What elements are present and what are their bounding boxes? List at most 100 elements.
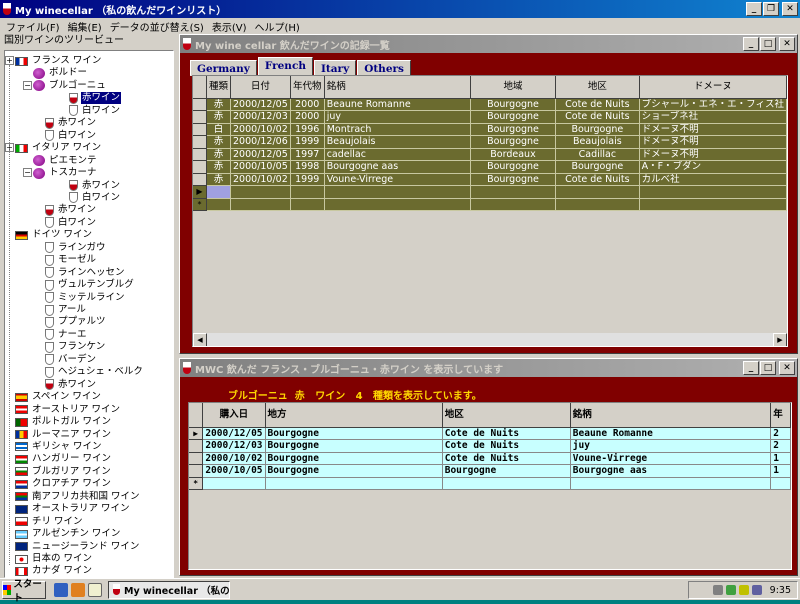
current-row-arrow-icon[interactable]: ▶ <box>189 427 204 440</box>
expand-toggle-icon[interactable]: − <box>23 80 32 90</box>
row-selector[interactable] <box>193 160 207 174</box>
table-cell[interactable] <box>470 198 557 211</box>
ime-icon[interactable] <box>712 585 723 595</box>
table-cell[interactable] <box>230 185 291 199</box>
start-button[interactable]: スタート <box>2 579 46 604</box>
tree-node[interactable]: アルゼンチン ワイン <box>15 528 121 540</box>
table-cell[interactable]: Cote de Nuits <box>442 452 571 465</box>
tree-node[interactable]: 白ワイン <box>69 105 121 117</box>
tree-node[interactable]: 白ワイン <box>45 130 97 142</box>
minimize-button[interactable]: _ <box>746 2 762 16</box>
row-selector[interactable] <box>193 135 207 149</box>
table-cell[interactable]: Cote de Nuits <box>442 427 571 440</box>
tree-node[interactable]: ボルドー <box>33 67 88 79</box>
tree-node[interactable]: 赤ワイン <box>45 204 97 216</box>
minimize-button[interactable]: _ <box>743 361 759 375</box>
table-cell[interactable] <box>442 477 571 490</box>
table-cell[interactable] <box>639 198 787 211</box>
tree-node[interactable]: 白ワイン <box>45 217 97 229</box>
table-cell[interactable] <box>555 185 640 199</box>
table-cell[interactable]: ショーブネ社 <box>639 110 787 124</box>
table-row[interactable]: 2000/10/05 Bourgogne Bourgogne Bourgogne aa… <box>189 464 791 478</box>
column-header[interactable]: 種類 <box>206 76 232 99</box>
tree-node[interactable]: ルーマニア ワイン <box>15 429 112 441</box>
tree-node[interactable]: ラインガウ <box>45 242 107 254</box>
table-cell[interactable]: ドメーヌ不明 <box>639 123 787 136</box>
table-cell[interactable]: ドメーヌ不明 <box>639 148 787 161</box>
table-cell[interactable]: Cadillac <box>555 148 640 161</box>
table-cell[interactable] <box>202 477 266 490</box>
menu-item-2[interactable]: データの並び替え(S) <box>106 19 208 34</box>
table-cell[interactable]: Bourgogne <box>555 123 640 136</box>
tree-node[interactable]: ブルゴーニュ <box>33 80 107 92</box>
tree-node[interactable]: クロアチア ワイン <box>15 478 112 490</box>
table-cell[interactable]: 2000/10/02 <box>202 452 266 465</box>
new-row[interactable]: * <box>189 477 791 490</box>
table-cell[interactable]: 2000 <box>290 110 325 124</box>
row-selector[interactable] <box>193 98 207 111</box>
tree-node[interactable]: バーデン <box>45 354 97 366</box>
table-cell[interactable]: Bourgogne <box>470 160 557 174</box>
tab-french[interactable]: French <box>257 57 313 76</box>
maximize-button[interactable]: □ <box>760 37 776 51</box>
menu-item-3[interactable]: 表示(V) <box>208 19 251 34</box>
tree-node[interactable]: ドイツ ワイン <box>15 229 93 241</box>
column-header[interactable]: 地域 <box>470 76 557 99</box>
table-cell[interactable] <box>206 198 232 211</box>
scroll-left-arrow-icon[interactable]: ◀ <box>193 333 207 346</box>
table-cell[interactable]: 1999 <box>290 135 325 149</box>
row-selector[interactable] <box>193 110 207 124</box>
tree-node[interactable]: フランス ワイン <box>15 55 102 67</box>
row-selector[interactable] <box>189 439 204 453</box>
table-cell[interactable] <box>230 198 291 211</box>
row-selector[interactable] <box>193 173 207 186</box>
table-cell[interactable]: Bourgogne <box>470 123 557 136</box>
tree-node[interactable]: オーストラリア ワイン <box>15 503 131 515</box>
table-cell[interactable]: Bourgogne <box>470 173 557 186</box>
table-cell[interactable] <box>265 477 443 490</box>
horizontal-scrollbar[interactable]: ◀ ▶ <box>193 332 787 346</box>
row-selector[interactable] <box>193 148 207 161</box>
wine-grid[interactable]: 種類 日付 年代物 銘柄 地域 地区 ドメーヌ赤 2000/12/05 2000 Beaune R… <box>192 75 788 347</box>
table-cell[interactable]: Bourgogne <box>442 464 571 478</box>
tree-node[interactable]: ラインヘッセン <box>45 267 126 279</box>
table-cell[interactable]: 2000/12/03 <box>202 439 266 453</box>
table-cell[interactable]: ブシャール・エネ・エ・フィス社 <box>639 98 787 111</box>
table-cell[interactable]: Bourgogne <box>265 464 443 478</box>
tree-node[interactable]: スペイン ワイン <box>15 391 102 403</box>
table-cell[interactable]: Bordeaux <box>470 148 557 161</box>
close-button[interactable]: ✕ <box>782 2 798 16</box>
table-cell[interactable] <box>555 198 640 211</box>
table-cell[interactable]: A・F・ブダン <box>639 160 787 174</box>
table-cell[interactable]: Bourgogne <box>265 452 443 465</box>
table-cell[interactable]: 1 <box>770 452 791 465</box>
tree-node[interactable]: フランケン <box>45 341 106 353</box>
tree-node[interactable]: 白ワイン <box>69 192 121 204</box>
tree-node[interactable]: アール <box>45 304 87 316</box>
table-cell[interactable]: 2000/12/05 <box>202 427 266 440</box>
show-desktop-icon[interactable] <box>88 582 102 597</box>
table-cell[interactable]: Beaujolais <box>555 135 640 149</box>
filtered-grid[interactable]: 購入日 地方 地区 銘柄年 ▶ 2000/12/05 Bourgogne Cote de Nu… <box>188 402 792 570</box>
menu-item-4[interactable]: ヘルプ(H) <box>251 19 304 34</box>
table-cell[interactable] <box>470 185 557 199</box>
new-row[interactable]: * <box>193 198 787 211</box>
table-cell[interactable]: ドメーヌ不明 <box>639 135 787 149</box>
tree-node[interactable]: ヘジュシェ・ベルク <box>45 366 144 378</box>
media-player-icon[interactable] <box>71 582 85 597</box>
table-cell[interactable]: Cote de Nuits <box>555 110 640 124</box>
restore-button[interactable]: ❐ <box>763 2 779 16</box>
table-cell[interactable]: Beaujolais <box>324 135 471 149</box>
table-cell[interactable]: 白 <box>206 123 232 136</box>
tree-node[interactable]: 日本の ワイン <box>15 553 93 565</box>
menu-item-0[interactable]: ファイル(F) <box>2 19 64 34</box>
new-row[interactable]: ▶ <box>193 185 787 199</box>
table-cell[interactable]: 2 <box>770 439 791 453</box>
table-cell[interactable]: 赤 <box>206 160 232 174</box>
tree-node[interactable]: ポルトガル ワイン <box>15 416 112 428</box>
column-header[interactable]: 購入日 <box>202 403 266 428</box>
table-cell[interactable]: Voune-Virrege <box>570 452 772 465</box>
tree-node[interactable]: 赤ワイン <box>69 180 121 192</box>
table-row[interactable]: 赤 2000/12/05 2000 Beaune Romanne Bourgogne Co… <box>193 98 787 111</box>
taskbar-app-button[interactable]: My winecellar （私の... <box>108 580 230 599</box>
